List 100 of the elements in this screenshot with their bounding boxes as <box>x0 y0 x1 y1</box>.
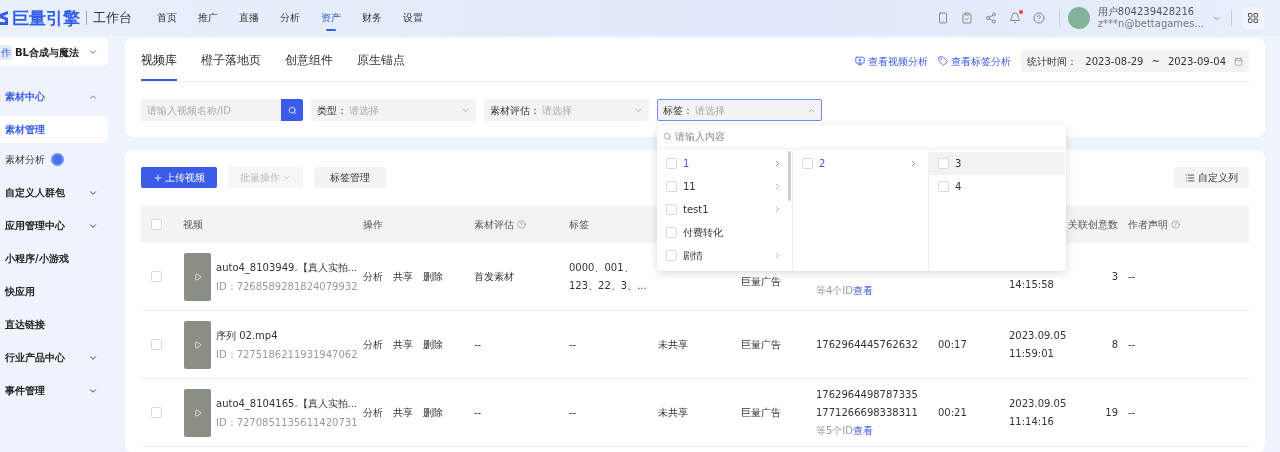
sidebar-link[interactable]: 快应用 <box>0 275 108 308</box>
action-link[interactable]: 分析 <box>363 269 383 284</box>
video-id: ID：7270851135611420731 <box>216 415 355 430</box>
play-icon <box>193 272 202 281</box>
tag-option[interactable]: 3 <box>929 152 1065 175</box>
action-link[interactable]: 删除 <box>423 405 443 420</box>
phone-icon[interactable] <box>936 12 949 24</box>
select-field[interactable]: 素材评估： 请选择 <box>484 99 649 121</box>
view-link[interactable]: 查看 <box>853 283 873 298</box>
nav-tab[interactable]: 首页 <box>157 0 177 36</box>
avatar[interactable] <box>1067 7 1090 29</box>
search-field[interactable]: 请输入内容 <box>675 129 875 144</box>
column-header: 关联创意数 <box>1068 218 1118 232</box>
tag-option[interactable]: test1 <box>657 198 792 221</box>
tab[interactable]: 视频库 <box>141 51 177 81</box>
sidebar-group[interactable]: 应用管理中心 <box>0 209 108 242</box>
workspace-title: 工作台 <box>93 9 132 28</box>
action-link[interactable]: 共享 <box>393 405 413 420</box>
action-link[interactable]: 共享 <box>393 337 413 352</box>
checkbox[interactable] <box>151 219 162 230</box>
sidebar-group[interactable]: 事件管理 <box>0 374 108 407</box>
sidebar-link[interactable]: 直达链接 <box>0 308 108 341</box>
linked-id: 1762964445762632 <box>816 338 919 352</box>
calendar-icon <box>1234 56 1243 66</box>
share-icon[interactable] <box>984 12 997 24</box>
clipboard-icon[interactable] <box>960 12 973 24</box>
tag-option[interactable]: 付费转化 <box>657 221 792 244</box>
column-header: 视频 <box>183 218 203 232</box>
nav-tab[interactable]: 财务 <box>362 0 382 36</box>
checkbox[interactable] <box>666 227 677 238</box>
nav-tab[interactable]: 设置 <box>403 0 423 36</box>
search-field[interactable]: 请输入视频名称/ID <box>141 99 281 121</box>
sidebar-link[interactable]: 小程序/小游戏 <box>0 242 108 275</box>
tag-analysis-link[interactable]: 查看标签分析 <box>951 53 1012 69</box>
video-thumbnail[interactable] <box>184 320 211 369</box>
action-link[interactable]: 删除 <box>423 269 443 284</box>
view-link[interactable]: 查看 <box>853 423 873 438</box>
nav-tab[interactable]: 直播 <box>239 0 259 36</box>
tab[interactable]: 创意组件 <box>285 51 333 81</box>
checkbox[interactable] <box>151 339 162 350</box>
tag-option[interactable]: 1 <box>657 152 792 175</box>
checkbox[interactable] <box>938 181 949 192</box>
video-title[interactable]: 序列 02.mp4 <box>216 327 355 343</box>
tag-manage-button[interactable]: 标签管理 <box>314 167 386 188</box>
video-title[interactable]: auto4_8103949.【真人实拍... <box>216 259 355 275</box>
video-thumbnail[interactable] <box>184 252 211 301</box>
date-range-field[interactable]: 统计时间： 2023-08-29 ~ 2023-09-04 <box>1021 50 1249 72</box>
video-id: ID：7268589281824079932 <box>216 279 355 294</box>
search-icon <box>287 105 297 115</box>
checkbox[interactable] <box>666 204 677 215</box>
action-link[interactable]: 删除 <box>423 337 443 352</box>
sidebar-group[interactable]: 自定义人群包 <box>0 176 108 209</box>
video-thumbnail[interactable] <box>184 388 211 437</box>
video-analysis-link[interactable]: 查看视频分析 <box>868 53 929 69</box>
app-grid-button[interactable] <box>1242 7 1264 29</box>
logo-text: 巨量引擎 <box>12 9 80 27</box>
checkbox[interactable] <box>151 407 162 418</box>
checkbox[interactable] <box>666 181 677 192</box>
custom-columns-button[interactable]: 自定义列 <box>1174 167 1249 188</box>
action-link[interactable]: 分析 <box>363 405 383 420</box>
column-header: 操作 <box>363 218 383 232</box>
tag-option[interactable]: 4 <box>929 175 1065 198</box>
tab[interactable]: 原生锚点 <box>357 51 405 81</box>
nav-tab[interactable]: 分析 <box>280 0 300 36</box>
duration: 00:17 <box>938 338 968 352</box>
sidebar-item[interactable]: 素材分析 <box>0 146 108 173</box>
tag-option[interactable]: 2 <box>793 152 928 175</box>
table-cell-text: 巨量广告 <box>741 275 782 289</box>
checkbox[interactable] <box>666 158 677 169</box>
author-statement: -- <box>1128 338 1137 352</box>
sidebar-group[interactable]: 行业产品中心 <box>0 341 108 374</box>
account-selector[interactable]: 作 BL合成与魔法 <box>0 38 108 66</box>
plus-icon <box>153 172 163 183</box>
tag-text: 123、22、3、... <box>569 279 648 293</box>
select-field[interactable]: 标签： 请选择 <box>657 99 822 121</box>
upload-video-button[interactable]: 上传视频 <box>141 167 217 188</box>
nav-tab[interactable]: 推广 <box>198 0 218 36</box>
checkbox[interactable] <box>151 271 162 282</box>
help-icon[interactable] <box>1032 12 1045 24</box>
sidebar-item[interactable]: 素材管理 <box>0 116 108 143</box>
action-link[interactable]: 共享 <box>393 269 413 284</box>
checkbox[interactable] <box>802 158 813 169</box>
search-button[interactable] <box>281 99 303 121</box>
user-email: z***n@bettagames... <box>1097 18 1204 30</box>
bell-icon[interactable] <box>1008 12 1021 24</box>
tag-option[interactable]: 剧情 <box>657 244 792 267</box>
select-field[interactable]: 类型： 请选择 <box>311 99 476 121</box>
nav-tab[interactable]: 资产 <box>321 0 341 36</box>
list-icon <box>1185 172 1195 183</box>
action-link[interactable]: 分析 <box>363 337 383 352</box>
tab[interactable]: 橙子落地页 <box>201 51 261 81</box>
tag-text: -- <box>569 338 578 352</box>
checkbox[interactable] <box>938 158 949 169</box>
checkbox[interactable] <box>666 250 677 261</box>
video-title[interactable]: auto4_8104165.【真人实拍... <box>216 395 355 411</box>
tag-option[interactable]: 11 <box>657 175 792 198</box>
column-header: 素材评估 <box>474 218 514 232</box>
table-cell-text: -- <box>474 338 483 352</box>
sidebar-group[interactable]: 素材中心 <box>0 80 108 113</box>
grid-icon <box>1247 12 1259 24</box>
